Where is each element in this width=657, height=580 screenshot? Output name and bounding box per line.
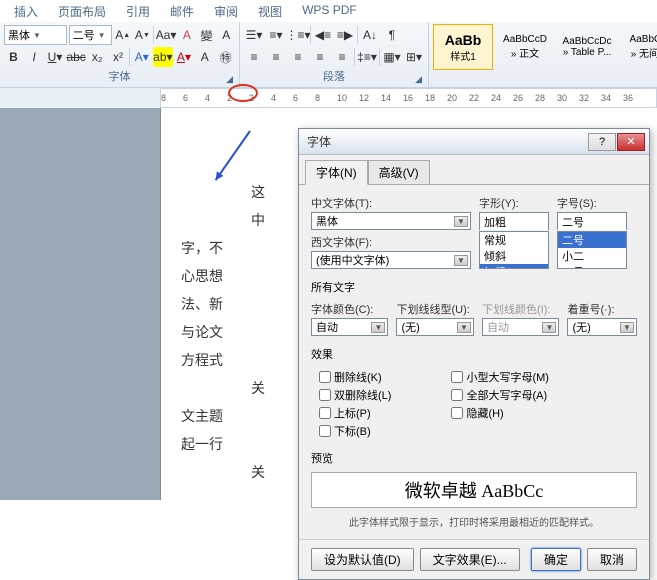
sort-button[interactable]: A↓: [360, 25, 380, 45]
increase-indent-button[interactable]: ≡▶: [335, 25, 355, 45]
strike-checkbox[interactable]: 删除线(K): [319, 368, 391, 386]
style-item-nospace[interactable]: AaBbCcl» 无间...: [619, 24, 657, 70]
enclose-button[interactable]: ㊕: [216, 47, 235, 67]
font-size-label: 字号(S):: [557, 195, 627, 211]
distribute-button[interactable]: ≡: [332, 47, 352, 67]
emphasis-combo[interactable]: (无)▼: [567, 318, 637, 336]
font-color-label: 字体颜色(C):: [311, 301, 388, 317]
ruler[interactable]: 864224681012141618202224262830323436: [160, 88, 657, 108]
show-marks-button[interactable]: ¶: [382, 25, 402, 45]
align-left-button[interactable]: ≡: [244, 47, 264, 67]
superscript-checkbox[interactable]: 上标(P): [319, 404, 391, 422]
font-launcher[interactable]: ◢: [226, 74, 233, 85]
preview-label: 预览: [311, 450, 637, 466]
dialog-tab-font[interactable]: 字体(N): [305, 160, 368, 185]
tab-review[interactable]: 审阅: [204, 0, 248, 22]
underline-color-combo: 自动▼: [482, 318, 559, 336]
ruler-area: 864224681012141618202224262830323436: [0, 88, 657, 108]
font-style-label: 字形(Y):: [479, 195, 549, 211]
char-border-button[interactable]: A: [217, 25, 235, 45]
align-right-button[interactable]: ≡: [288, 47, 308, 67]
tab-mailings[interactable]: 邮件: [160, 0, 204, 22]
font-group-label: 字体◢: [4, 68, 235, 85]
char-shading-button[interactable]: A: [195, 47, 214, 67]
text-effects-button[interactable]: A▾: [132, 47, 151, 67]
font-size-list[interactable]: 二号 小二 三号: [557, 231, 627, 269]
numbering-button[interactable]: ≡▾: [266, 25, 286, 45]
chinese-font-combo[interactable]: 黑体▼: [311, 212, 471, 230]
highlight-button[interactable]: ab▾: [153, 47, 172, 67]
hidden-checkbox[interactable]: 隐藏(H): [451, 404, 549, 422]
multilevel-button[interactable]: ⋮≡▾: [288, 25, 308, 45]
tab-wps-pdf[interactable]: WPS PDF: [292, 0, 367, 22]
decrease-indent-button[interactable]: ◀≡: [313, 25, 333, 45]
subscript-button[interactable]: x₂: [88, 47, 107, 67]
phonetic-button[interactable]: 變: [198, 25, 216, 45]
bullets-button[interactable]: ☰▾: [244, 25, 264, 45]
paragraph-group: ☰▾ ≡▾ ⋮≡▾ ◀≡ ≡▶ A↓ ¶ ≡ ≡ ≡ ≡ ≡ ‡≡▾ ▦▾ ⊞▾…: [240, 22, 429, 87]
styles-group: AaBb样式1 AaBbCcD» 正文 AaBbCcDc» Table P...…: [429, 22, 657, 87]
font-group: 黑体▼ 二号▼ A▲ A▼ Aa▾ A 變 A B I U▾ abc x₂ x²…: [0, 22, 240, 87]
emphasis-label: 着重号(·):: [567, 301, 637, 317]
font-size-combo[interactable]: 二号▼: [69, 25, 112, 45]
para-launcher[interactable]: ◢: [415, 74, 422, 85]
dialog-title: 字体: [307, 133, 331, 150]
justify-button[interactable]: ≡: [310, 47, 330, 67]
change-case-button[interactable]: Aa▾: [156, 25, 176, 45]
shrink-font-button[interactable]: A▼: [134, 25, 152, 45]
ok-button[interactable]: 确定: [531, 548, 581, 571]
font-dialog: 字体 ? ✕ 字体(N) 高级(V) 中文字体(T): 黑体▼ 西文字体(F):…: [298, 128, 650, 580]
align-center-button[interactable]: ≡: [266, 47, 286, 67]
line-spacing-button[interactable]: ‡≡▾: [357, 47, 377, 67]
subscript-checkbox[interactable]: 下标(B): [319, 422, 391, 440]
ribbon-tabs: 插入 页面布局 引用 邮件 审阅 视图 WPS PDF: [0, 0, 657, 22]
underline-label: 下划线线型(U):: [396, 301, 473, 317]
ribbon-body: 黑体▼ 二号▼ A▲ A▼ Aa▾ A 變 A B I U▾ abc x₂ x²…: [0, 22, 657, 88]
preview-note: 此字体样式限于显示，打印时将采用最相近的匹配样式。: [311, 514, 637, 529]
font-color-combo[interactable]: 自动▼: [311, 318, 388, 336]
clear-format-button[interactable]: A: [178, 25, 196, 45]
preview-box: 微软卓越 AaBbCc: [311, 472, 637, 508]
tab-page-layout[interactable]: 页面布局: [48, 0, 116, 22]
underline-combo[interactable]: (无)▼: [396, 318, 473, 336]
set-default-button[interactable]: 设为默认值(D): [311, 548, 414, 571]
font-name-combo[interactable]: 黑体▼: [4, 25, 67, 45]
shading-button[interactable]: ▦▾: [382, 47, 402, 67]
double-strike-checkbox[interactable]: 双删除线(L): [319, 386, 391, 404]
tab-references[interactable]: 引用: [116, 0, 160, 22]
font-color-button[interactable]: A▾: [175, 47, 194, 67]
font-size-input[interactable]: 二号: [557, 212, 627, 230]
underline-color-label: 下划线颜色(I):: [482, 301, 559, 317]
tab-insert[interactable]: 插入: [4, 0, 48, 22]
all-text-label: 所有文字: [311, 279, 637, 295]
all-caps-checkbox[interactable]: 全部大写字母(A): [451, 386, 549, 404]
style-item-table[interactable]: AaBbCcDc» Table P...: [557, 24, 617, 70]
tab-view[interactable]: 视图: [248, 0, 292, 22]
underline-button[interactable]: U▾: [46, 47, 65, 67]
dialog-close-button[interactable]: ✕: [617, 133, 645, 151]
strike-button[interactable]: abc: [66, 47, 85, 67]
style-item-normal[interactable]: AaBbCcD» 正文: [495, 24, 555, 70]
cancel-button[interactable]: 取消: [587, 548, 637, 571]
chinese-font-label: 中文字体(T):: [311, 195, 471, 211]
text-effects-button[interactable]: 文字效果(E)...: [420, 548, 520, 571]
dialog-help-button[interactable]: ?: [588, 133, 616, 151]
bold-button[interactable]: B: [4, 47, 23, 67]
font-style-list[interactable]: 常规 倾斜 加粗: [479, 231, 549, 269]
effects-label: 效果: [311, 346, 637, 362]
small-caps-checkbox[interactable]: 小型大写字母(M): [451, 368, 549, 386]
superscript-button[interactable]: x²: [109, 47, 128, 67]
para-group-label: 段落◢: [244, 68, 424, 85]
italic-button[interactable]: I: [25, 47, 44, 67]
borders-button[interactable]: ⊞▾: [404, 47, 424, 67]
font-style-input[interactable]: 加粗: [479, 212, 549, 230]
western-font-combo[interactable]: (使用中文字体)▼: [311, 251, 471, 269]
dialog-tab-advanced[interactable]: 高级(V): [368, 160, 430, 185]
grow-font-button[interactable]: A▲: [114, 25, 132, 45]
dialog-titlebar[interactable]: 字体 ? ✕: [299, 129, 649, 155]
western-font-label: 西文字体(F):: [311, 234, 471, 250]
style-item-1[interactable]: AaBb样式1: [433, 24, 493, 70]
